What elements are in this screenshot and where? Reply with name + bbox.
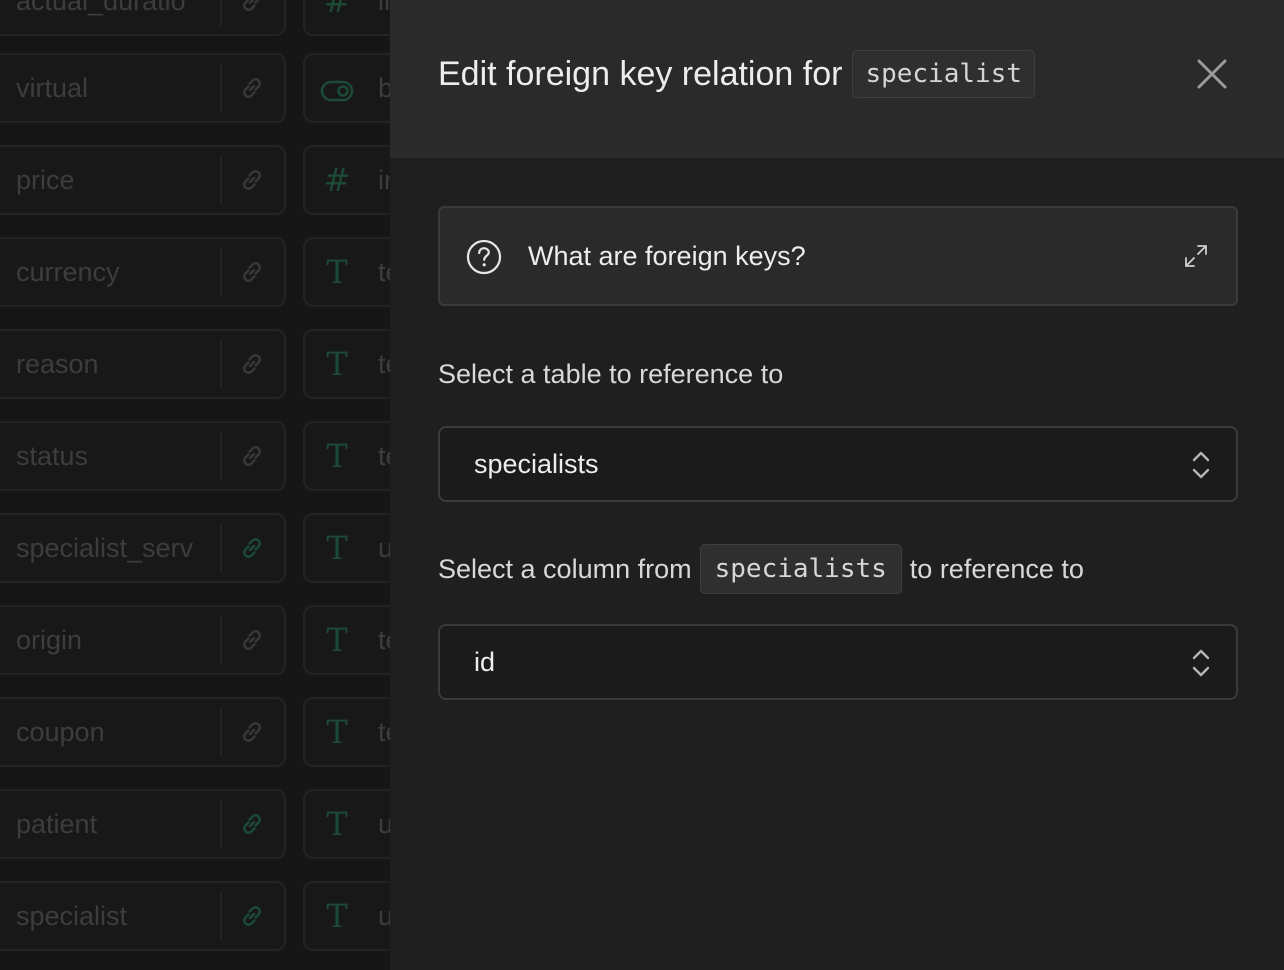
link-icon (238, 718, 266, 746)
close-button[interactable] (1190, 52, 1234, 96)
link-icon (238, 902, 266, 930)
panel-title-column-code: specialist (852, 50, 1035, 98)
link-icon (238, 626, 266, 654)
column-select-label-pre: Select a column from (438, 553, 692, 584)
column-row: actual_duratio # in (0, 0, 390, 36)
column-row: price # in (0, 145, 390, 215)
table-select[interactable]: specialists (438, 426, 1238, 502)
text-type-icon: T (326, 897, 348, 935)
text-type-icon: T (326, 253, 348, 291)
link-icon (238, 74, 266, 102)
column-type-label: te (378, 349, 390, 379)
column-name: specialist (16, 901, 128, 931)
column-type-label: te (378, 717, 390, 747)
table-select-label-text: Select a table to reference to (438, 358, 784, 389)
column-row: status Tte (0, 421, 390, 491)
column-name: reason (16, 349, 99, 379)
panel-title: Edit foreign key relation for specialist (438, 50, 1035, 98)
column-type-label: te (378, 625, 390, 655)
toggle-icon (320, 53, 354, 123)
column-type-label: u (378, 901, 390, 931)
column-name: price (16, 165, 75, 195)
link-icon (238, 442, 266, 470)
column-type-label: u (378, 809, 390, 839)
expand-icon (1185, 245, 1207, 267)
link-icon (238, 0, 266, 15)
column-row: reason Tte (0, 329, 390, 399)
hash-icon: # (323, 0, 351, 20)
link-icon (238, 166, 266, 194)
column-name: status (16, 441, 89, 471)
link-icon (238, 258, 266, 286)
chevron-up-down-icon (1192, 451, 1210, 479)
text-type-icon: T (326, 529, 348, 567)
text-type-icon: T (326, 621, 348, 659)
panel-header: Edit foreign key relation for specialist (390, 0, 1284, 158)
column-name: patient (16, 809, 98, 839)
foreign-keys-help-accordion[interactable]: What are foreign keys? (438, 206, 1238, 306)
panel-title-text: Edit foreign key relation for (438, 54, 843, 93)
foreign-key-panel: Edit foreign key relation for specialist… (390, 0, 1284, 970)
link-icon (238, 350, 266, 378)
column-name: origin (16, 625, 83, 655)
question-circle-icon (466, 239, 502, 275)
column-row: specialist_serv Tu (0, 513, 390, 583)
text-type-icon: T (326, 805, 348, 843)
column-type-label: te (378, 441, 390, 471)
column-type-label: u (378, 533, 390, 563)
column-name: specialist_serv (16, 533, 194, 563)
close-icon (1197, 59, 1227, 89)
column-type-label: te (378, 257, 390, 287)
column-row: currency Tte (0, 237, 390, 307)
text-type-icon: T (326, 345, 348, 383)
column-name: currency (16, 257, 120, 287)
column-select-label-table-code: specialists (699, 544, 902, 594)
column-select[interactable]: id (438, 624, 1238, 700)
table-select-label: Select a table to reference to (438, 352, 783, 396)
link-icon (238, 534, 266, 562)
column-type-label: in (378, 165, 390, 195)
column-list-background: actual_duratio # in virtual b price # in currenc… (0, 0, 390, 970)
hash-icon: # (323, 161, 351, 199)
column-row: patient Tu (0, 789, 390, 859)
column-name: coupon (16, 717, 105, 747)
column-type-label: b (378, 73, 390, 103)
chevron-up-down-icon (1192, 649, 1210, 677)
link-icon (238, 810, 266, 838)
column-row: origin Tte (0, 605, 390, 675)
column-type-label: in (378, 0, 390, 16)
column-name: actual_duratio (16, 0, 186, 16)
text-type-icon: T (326, 713, 348, 751)
column-row: virtual b (0, 53, 390, 123)
column-row: coupon Tte (0, 697, 390, 767)
column-row: specialist Tu (0, 881, 390, 951)
column-select-label-post: to reference to (909, 553, 1084, 584)
column-select-value: id (474, 647, 496, 677)
column-select-label: Select a column from specialists to refe… (438, 544, 1084, 594)
column-name: virtual (16, 73, 89, 103)
help-accordion-label: What are foreign keys? (528, 241, 806, 271)
table-select-value: specialists (474, 449, 599, 479)
text-type-icon: T (326, 437, 348, 475)
